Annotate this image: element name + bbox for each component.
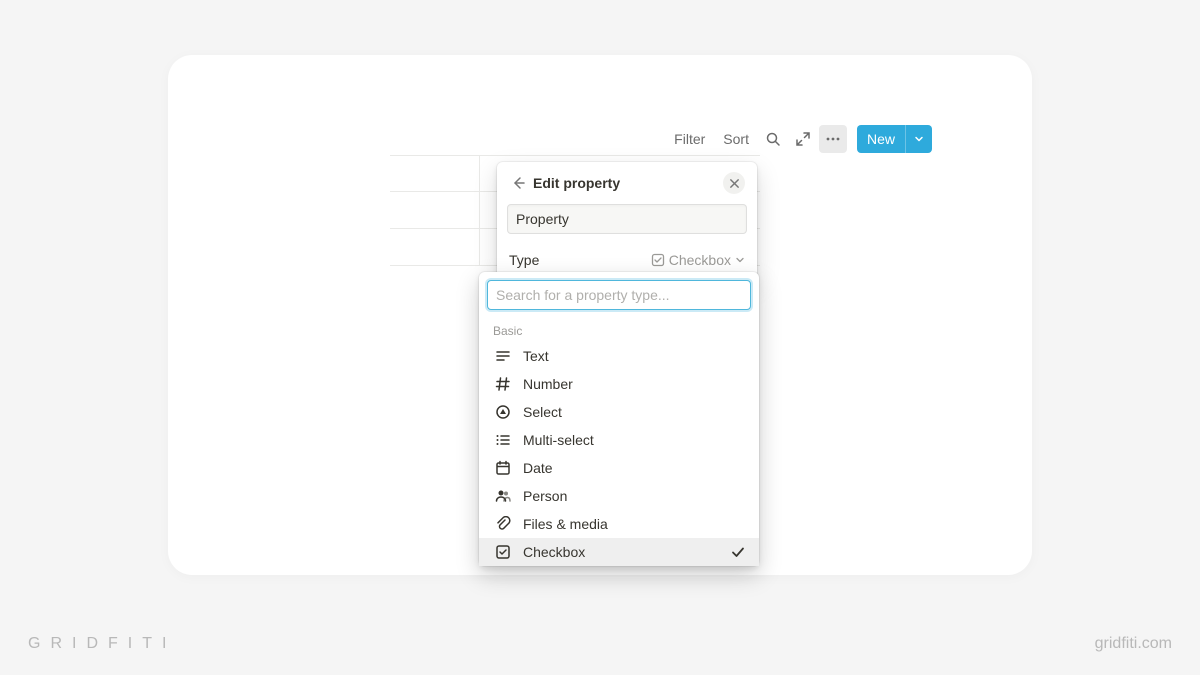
type-value[interactable]: Checkbox (651, 252, 745, 268)
more-icon[interactable] (819, 125, 847, 153)
chevron-down-icon (735, 255, 745, 265)
back-arrow-icon[interactable] (507, 172, 529, 194)
checkmark-icon (731, 545, 745, 559)
table-cell[interactable] (390, 192, 480, 228)
property-type-option[interactable]: Checkbox (479, 538, 759, 566)
option-label: Checkbox (523, 544, 731, 560)
option-label: Person (523, 488, 745, 504)
type-value-text: Checkbox (669, 252, 731, 268)
option-label: Number (523, 376, 745, 392)
new-button-label: New (857, 127, 905, 151)
option-label: Select (523, 404, 745, 420)
property-type-option[interactable]: Select (479, 398, 759, 426)
chevron-down-icon[interactable] (905, 125, 932, 153)
panel-title: Edit property (533, 175, 723, 191)
expand-icon[interactable] (789, 125, 817, 153)
multiselect-icon (493, 430, 513, 450)
option-label: Date (523, 460, 745, 476)
table-cell[interactable] (390, 156, 480, 191)
property-type-option[interactable]: Date (479, 454, 759, 482)
property-type-option[interactable]: Multi-select (479, 426, 759, 454)
property-type-option[interactable]: Text (479, 342, 759, 370)
select-icon (493, 402, 513, 422)
number-icon (493, 374, 513, 394)
search-icon[interactable] (759, 125, 787, 153)
property-type-option[interactable]: Person (479, 482, 759, 510)
database-toolbar: Filter Sort New (666, 125, 932, 153)
new-button[interactable]: New (857, 125, 932, 153)
dropdown-section-label: Basic (479, 318, 759, 342)
close-icon[interactable] (723, 172, 745, 194)
brand-url: gridfiti.com (1095, 635, 1172, 653)
files-icon (493, 514, 513, 534)
filter-button[interactable]: Filter (666, 127, 713, 151)
property-type-search-input[interactable] (487, 280, 751, 310)
date-icon (493, 458, 513, 478)
checkbox-icon (651, 253, 665, 267)
option-label: Files & media (523, 516, 745, 532)
dropdown-options-list: Text Number Select Multi-select Date Person Fi… (479, 342, 759, 566)
property-name-input[interactable] (507, 204, 747, 234)
property-type-dropdown: Basic Text Number Select Multi-select Date Pe… (479, 272, 759, 566)
text-icon (493, 346, 513, 366)
brand-logo: GRIDFITI (28, 635, 176, 653)
sort-button[interactable]: Sort (715, 127, 757, 151)
type-label: Type (509, 252, 539, 268)
property-type-option[interactable]: Files & media (479, 510, 759, 538)
checkbox-icon (493, 542, 513, 562)
person-icon (493, 486, 513, 506)
option-label: Multi-select (523, 432, 745, 448)
edit-property-panel: Edit property Type Checkbox (497, 162, 757, 278)
panel-header: Edit property (497, 162, 757, 204)
table-cell[interactable] (390, 229, 480, 265)
property-type-option[interactable]: Number (479, 370, 759, 398)
option-label: Text (523, 348, 745, 364)
